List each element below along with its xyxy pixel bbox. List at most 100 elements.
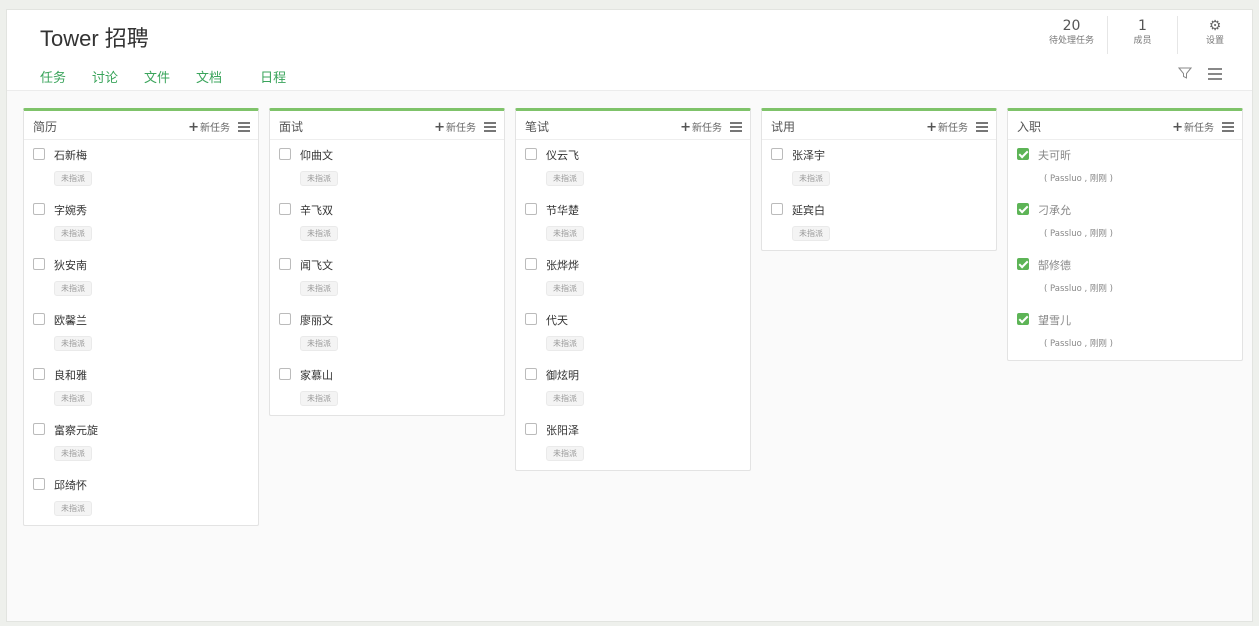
tab-tasks[interactable]: 任务 — [40, 67, 66, 86]
task-name[interactable]: 刁承允 — [1038, 202, 1071, 218]
checkbox-icon[interactable] — [33, 478, 45, 490]
checkbox-icon[interactable] — [525, 148, 537, 160]
checkbox-icon[interactable] — [279, 258, 291, 270]
task-name[interactable]: 良和雅 — [54, 367, 87, 383]
task-name[interactable]: 延宾白 — [792, 202, 825, 218]
members-stat[interactable]: 1 成员 — [1108, 16, 1178, 54]
task-name[interactable]: 邱绮怀 — [54, 477, 87, 493]
assignee-badge[interactable]: 未指派 — [54, 391, 92, 406]
add-task-button[interactable]: +新任务 — [926, 119, 968, 135]
checkbox-icon[interactable] — [279, 313, 291, 325]
assignee-badge[interactable]: 未指派 — [792, 171, 830, 186]
assignee-badge[interactable]: 未指派 — [54, 446, 92, 461]
task-item[interactable]: 张烨烨 未指派 — [516, 250, 750, 305]
task-item[interactable]: 仪云飞 未指派 — [516, 140, 750, 195]
task-item[interactable]: 廖丽文 未指派 — [270, 305, 504, 360]
task-item[interactable]: 延宾白 未指派 — [762, 195, 996, 250]
assignee-badge[interactable]: 未指派 — [792, 226, 830, 241]
column-menu-icon[interactable] — [976, 122, 988, 134]
add-task-button[interactable]: +新任务 — [680, 119, 722, 135]
task-name[interactable]: 节华楚 — [546, 202, 579, 218]
task-name[interactable]: 御炫明 — [546, 367, 579, 383]
task-name[interactable]: 富察元旋 — [54, 422, 98, 438]
assignee-badge[interactable]: 未指派 — [546, 336, 584, 351]
assignee-badge[interactable]: 未指派 — [546, 281, 584, 296]
task-name[interactable]: 家慕山 — [300, 367, 333, 383]
task-item[interactable]: 石新梅 未指派 — [24, 140, 258, 195]
assignee-badge[interactable]: 未指派 — [54, 226, 92, 241]
add-task-button[interactable]: +新任务 — [434, 119, 476, 135]
checkbox-icon[interactable] — [525, 258, 537, 270]
pending-tasks-stat[interactable]: 20 待处理任务 — [1036, 16, 1108, 54]
task-name[interactable]: 张烨烨 — [546, 257, 579, 273]
assignee-badge[interactable]: 未指派 — [546, 446, 584, 461]
assignee-badge[interactable]: 未指派 — [300, 281, 338, 296]
checkbox-icon[interactable] — [771, 148, 783, 160]
task-name[interactable]: 石新梅 — [54, 147, 87, 163]
task-item[interactable]: 张泽宇 未指派 — [762, 140, 996, 195]
column-menu-icon[interactable] — [730, 122, 742, 134]
task-item[interactable]: 狄安南 未指派 — [24, 250, 258, 305]
task-item[interactable]: 闻飞文 未指派 — [270, 250, 504, 305]
checkbox-icon[interactable] — [1017, 148, 1029, 160]
task-name[interactable]: 廖丽文 — [300, 312, 333, 328]
task-item[interactable]: 节华楚 未指派 — [516, 195, 750, 250]
checkbox-icon[interactable] — [33, 203, 45, 215]
settings-button[interactable]: ⚙ 设置 — [1178, 16, 1252, 54]
task-name[interactable]: 狄安南 — [54, 257, 87, 273]
assignee-badge[interactable]: 未指派 — [546, 171, 584, 186]
task-item[interactable]: 字婉秀 未指派 — [24, 195, 258, 250]
checkbox-icon[interactable] — [33, 258, 45, 270]
checkbox-icon[interactable] — [1017, 258, 1029, 270]
task-name[interactable]: 仪云飞 — [546, 147, 579, 163]
task-name[interactable]: 字婉秀 — [54, 202, 87, 218]
task-item[interactable]: 邱绮怀 未指派 — [24, 470, 258, 525]
task-item[interactable]: 夫可昕 ( Passluo , 刚刚 ) — [1008, 140, 1242, 195]
tab-calendar[interactable]: 日程 — [260, 67, 286, 86]
add-task-button[interactable]: +新任务 — [1172, 119, 1214, 135]
task-item[interactable]: 富察元旋 未指派 — [24, 415, 258, 470]
assignee-badge[interactable]: 未指派 — [54, 336, 92, 351]
checkbox-icon[interactable] — [525, 423, 537, 435]
task-name[interactable]: 望雪儿 — [1038, 312, 1071, 328]
checkbox-icon[interactable] — [279, 148, 291, 160]
checkbox-icon[interactable] — [771, 203, 783, 215]
task-name[interactable]: 闻飞文 — [300, 257, 333, 273]
checkbox-icon[interactable] — [33, 423, 45, 435]
add-task-button[interactable]: +新任务 — [188, 119, 230, 135]
checkbox-icon[interactable] — [1017, 313, 1029, 325]
assignee-badge[interactable]: 未指派 — [300, 336, 338, 351]
menu-icon[interactable] — [1208, 68, 1222, 80]
task-name[interactable]: 张阳泽 — [546, 422, 579, 438]
tab-discussions[interactable]: 讨论 — [92, 67, 118, 86]
checkbox-icon[interactable] — [33, 313, 45, 325]
filter-icon[interactable] — [1178, 66, 1192, 80]
assignee-badge[interactable]: 未指派 — [300, 391, 338, 406]
checkbox-icon[interactable] — [525, 368, 537, 380]
task-name[interactable]: 郜修德 — [1038, 257, 1071, 273]
task-item[interactable]: 刁承允 ( Passluo , 刚刚 ) — [1008, 195, 1242, 250]
checkbox-icon[interactable] — [279, 203, 291, 215]
task-name[interactable]: 辛飞双 — [300, 202, 333, 218]
assignee-badge[interactable]: 未指派 — [546, 391, 584, 406]
task-name[interactable]: 代天 — [546, 312, 568, 328]
checkbox-icon[interactable] — [279, 368, 291, 380]
task-item[interactable]: 御炫明 未指派 — [516, 360, 750, 415]
task-item[interactable]: 家慕山 未指派 — [270, 360, 504, 415]
task-item[interactable]: 张阳泽 未指派 — [516, 415, 750, 470]
column-menu-icon[interactable] — [238, 122, 250, 134]
assignee-badge[interactable]: 未指派 — [54, 281, 92, 296]
task-name[interactable]: 夫可昕 — [1038, 147, 1071, 163]
column-menu-icon[interactable] — [484, 122, 496, 134]
checkbox-icon[interactable] — [525, 313, 537, 325]
assignee-badge[interactable]: 未指派 — [300, 171, 338, 186]
tab-docs[interactable]: 文档 — [196, 67, 222, 86]
task-name[interactable]: 张泽宇 — [792, 147, 825, 163]
task-item[interactable]: 郜修德 ( Passluo , 刚刚 ) — [1008, 250, 1242, 305]
checkbox-icon[interactable] — [33, 368, 45, 380]
task-item[interactable]: 仰曲文 未指派 — [270, 140, 504, 195]
assignee-badge[interactable]: 未指派 — [546, 226, 584, 241]
task-item[interactable]: 良和雅 未指派 — [24, 360, 258, 415]
checkbox-icon[interactable] — [1017, 203, 1029, 215]
assignee-badge[interactable]: 未指派 — [300, 226, 338, 241]
